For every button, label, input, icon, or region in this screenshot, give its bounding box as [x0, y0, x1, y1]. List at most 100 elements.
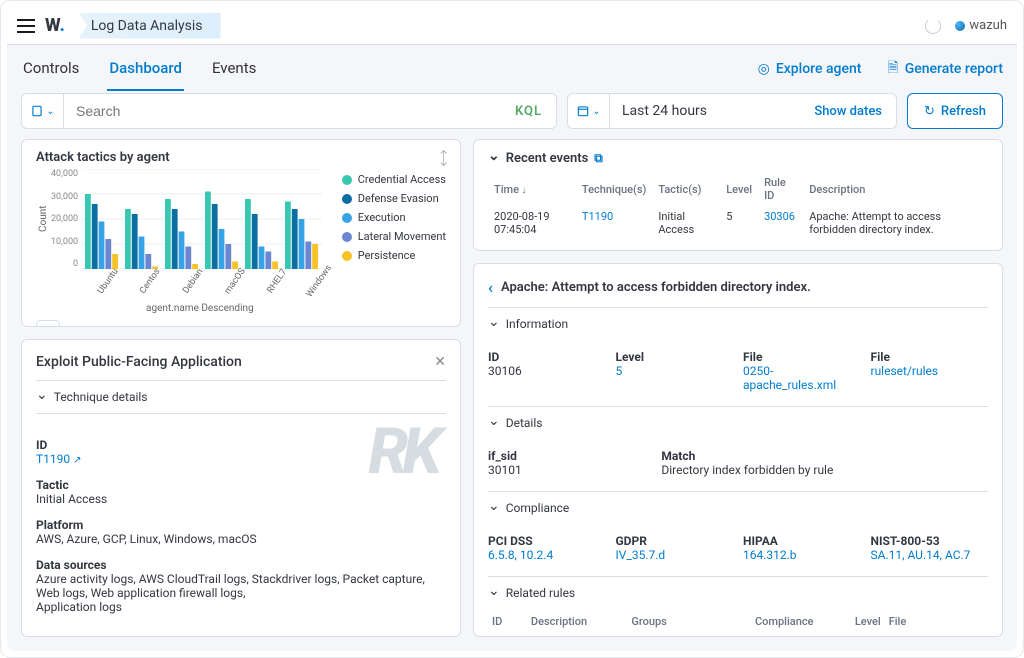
chart-title: Attack tactics by agent: [36, 150, 446, 165]
refresh-label: Refresh: [941, 104, 986, 119]
saved-query-icon[interactable]: ⌄: [22, 94, 64, 128]
cell-time: 2020-08-19 07:45:04: [488, 206, 576, 240]
legend-swatch: [342, 175, 352, 185]
rule-level-link[interactable]: 5: [616, 364, 734, 378]
col-ruleid[interactable]: Rule ID: [758, 172, 803, 206]
details-accordion[interactable]: Details: [488, 406, 988, 439]
legend-item[interactable]: Credential Access: [342, 173, 446, 186]
technique-details-accordion[interactable]: Technique details: [36, 380, 446, 414]
rel-file-link[interactable]: 0250-apache_rules.xml: [885, 634, 988, 637]
rel-col-file[interactable]: File: [885, 609, 988, 634]
rule-detail-panel: Apache: Attempt to access forbidden dire…: [473, 263, 1003, 637]
legend-item[interactable]: Defense Evasion: [342, 192, 446, 205]
gdpr-link[interactable]: IV_35.7.d: [616, 548, 734, 562]
top-bar: W. Log Data Analysis wazuh: [7, 7, 1017, 45]
brand-dot-icon: [955, 21, 965, 31]
ifsid-label: if_sid: [488, 449, 651, 463]
chart-xlabels: UbuntuCentosDebianmacOSRHEL7Windows: [80, 269, 334, 279]
popout-icon[interactable]: ⧉: [594, 151, 603, 166]
rel-col-level[interactable]: Level: [851, 609, 885, 634]
rel-col-groups[interactable]: Groups: [627, 609, 751, 634]
date-picker[interactable]: ⌄ Last 24 hours Show dates: [567, 93, 897, 129]
rule-id-value: 30106: [488, 364, 606, 378]
recent-events-title: Recent events: [506, 151, 589, 166]
rule-path-link[interactable]: ruleset/rules: [871, 364, 989, 378]
datasources-line3: Application logs: [36, 600, 446, 614]
calendar-icon[interactable]: ⌄: [568, 94, 610, 128]
show-dates-button[interactable]: Show dates: [800, 104, 896, 119]
cell-technique-link[interactable]: T1190: [582, 210, 613, 223]
menu-icon[interactable]: [17, 19, 35, 33]
loading-icon: [925, 18, 941, 34]
pci-link[interactable]: 6.5.8, 10.2.4: [488, 548, 606, 562]
legend-item[interactable]: Execution: [342, 211, 446, 224]
table-row[interactable]: 2020-08-19 07:45:04 T1190 Initial Access…: [488, 206, 988, 240]
col-time[interactable]: Time: [488, 172, 576, 206]
table-row[interactable]: 30104 Apache: segmentation fault. servic…: [488, 634, 988, 637]
tab-events[interactable]: Events: [210, 47, 258, 91]
cell-ruleid-link[interactable]: 30306: [764, 210, 795, 223]
nist-link[interactable]: SA.11, AU.14, AC.7: [871, 548, 989, 562]
match-label: Match: [661, 449, 988, 463]
legend-swatch: [342, 251, 352, 261]
col-level[interactable]: Level: [720, 172, 758, 206]
generate-report-button[interactable]: 🗎 Generate report: [887, 57, 1003, 81]
col-desc[interactable]: Description: [803, 172, 988, 206]
breadcrumb[interactable]: Log Data Analysis: [79, 13, 221, 39]
search-bar[interactable]: ⌄ KQL: [21, 93, 557, 129]
compliance-accordion[interactable]: Compliance: [488, 491, 988, 524]
explore-agent-button[interactable]: ◎ Explore agent: [758, 57, 862, 81]
kql-toggle[interactable]: KQL: [501, 104, 556, 119]
cell-tactic: Initial Access: [652, 206, 720, 240]
details-label: Details: [506, 416, 543, 430]
cell-level: 5: [720, 206, 758, 240]
tab-dashboard[interactable]: Dashboard: [107, 47, 184, 91]
tab-controls[interactable]: Controls: [21, 47, 81, 91]
legend-toggle-icon[interactable]: ≡: [36, 320, 60, 327]
chevron-down-icon: [36, 389, 48, 405]
chart-panel: ⤡ Attack tactics by agent Count 40,000 3…: [21, 139, 461, 327]
explore-agent-label: Explore agent: [776, 61, 862, 77]
rel-col-desc[interactable]: Description: [527, 609, 627, 634]
rule-file-link[interactable]: 0250-apache_rules.xml: [743, 364, 861, 392]
legend-swatch: [342, 213, 352, 223]
generate-report-label: Generate report: [905, 61, 1003, 77]
chevron-down-icon: [488, 500, 500, 516]
col-technique[interactable]: Technique(s): [576, 172, 652, 206]
rule-level-label: Level: [616, 350, 734, 364]
chevron-down-icon[interactable]: [488, 150, 500, 166]
related-rules-accordion[interactable]: Related rules: [488, 576, 988, 609]
close-icon[interactable]: ✕: [434, 354, 446, 370]
information-accordion[interactable]: Information: [488, 307, 988, 340]
app-logo: W.: [45, 15, 65, 36]
rule-path-label: File: [871, 350, 989, 364]
back-icon[interactable]: [488, 278, 493, 297]
platform-value: AWS, Azure, GCP, Linux, Windows, macOS: [36, 532, 446, 546]
related-rules-table: ID Description Groups Compliance Level F…: [488, 609, 988, 637]
document-icon: 🗎: [887, 57, 898, 81]
technique-panel: Exploit Public-Facing Application ✕ Tech…: [21, 339, 461, 637]
ifsid-value: 30101: [488, 463, 651, 477]
chart-yticks: 40,000 30,000 20,000 10,000 0: [51, 169, 82, 269]
nist-label: NIST-800-53: [871, 534, 989, 548]
hipaa-link[interactable]: 164.312.b: [743, 548, 861, 562]
legend-swatch: [342, 232, 352, 242]
rel-id-link[interactable]: 30104: [488, 634, 527, 637]
legend-item[interactable]: Lateral Movement: [342, 230, 446, 243]
datasources-label: Data sources: [36, 558, 446, 572]
legend-label: Execution: [358, 211, 406, 224]
recent-events-panel: Recent events ⧉ Time Technique(s) Tactic…: [473, 139, 1003, 251]
col-tactic[interactable]: Tactic(s): [652, 172, 720, 206]
legend-item[interactable]: Persistence: [342, 249, 446, 262]
rel-level: 12: [851, 634, 885, 637]
date-range-label: Last 24 hours: [610, 103, 800, 119]
legend-label: Lateral Movement: [358, 230, 446, 243]
rel-col-compliance[interactable]: Compliance: [751, 609, 851, 634]
target-icon: ◎: [758, 61, 770, 77]
information-label: Information: [506, 317, 568, 331]
refresh-button[interactable]: ↻ Refresh: [907, 93, 1003, 129]
tactic-label: Tactic: [36, 478, 446, 492]
rel-col-id[interactable]: ID: [488, 609, 527, 634]
technique-id-link[interactable]: T1190: [36, 452, 82, 466]
search-input[interactable]: [64, 103, 501, 119]
